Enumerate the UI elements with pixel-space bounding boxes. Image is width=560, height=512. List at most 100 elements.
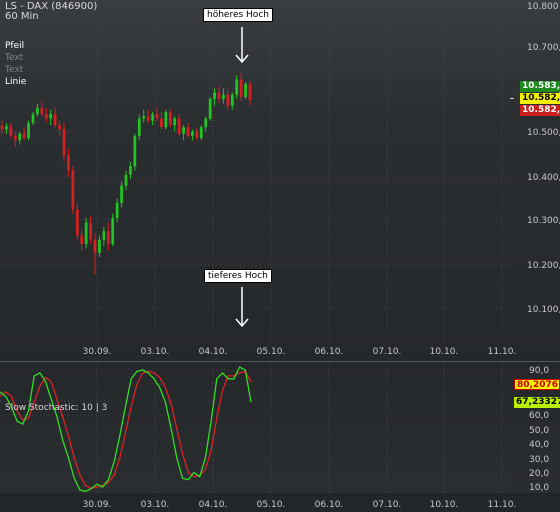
osc-y-tick-label-3: 60,0 (529, 411, 549, 421)
osc-y-tick-label-7: 20,0 (529, 469, 549, 479)
candle-body-17 (75, 209, 79, 236)
candle-body-56 (248, 83, 252, 100)
x-tick-label-3: 05.10. (257, 347, 286, 357)
stoch-d-badge: 67,23327 (514, 397, 560, 408)
stoch-k-badge: 80,20761 (514, 379, 560, 390)
candle-body-21 (93, 239, 97, 253)
candle-body-13 (58, 125, 61, 130)
candle-body-23 (102, 231, 106, 240)
candle-body-36 (160, 118, 163, 128)
candle-body-33 (146, 116, 150, 121)
candle-body-44 (195, 131, 199, 139)
candle-body-41 (182, 127, 185, 134)
candle-body-47 (208, 99, 212, 119)
osc-y-tick-label-0: 90,0 (529, 366, 549, 376)
candle-body-22 (98, 239, 101, 253)
candle-body-43 (191, 131, 194, 136)
x-tick-label-0: 30.09. (83, 347, 112, 357)
candle-body-52 (230, 94, 234, 106)
x-tick-label-4: 06.10. (315, 347, 344, 357)
candle-body-48 (213, 92, 216, 100)
candle-body-9 (40, 107, 44, 115)
candle-body-0 (0, 125, 4, 130)
osc-y-tick-label-6: 30,0 (529, 455, 549, 465)
last-price-marker (510, 98, 514, 99)
candle-body-2 (9, 126, 13, 136)
candle-body-51 (226, 94, 230, 106)
candle-body-15 (67, 155, 70, 171)
price-badge-yellow: 10.582,5 (520, 93, 560, 104)
tool-linie[interactable]: Linie (5, 77, 26, 87)
x-tick-label-6: 10.10. (430, 347, 459, 357)
osc-x-tick-label-1: 03.10. (141, 500, 170, 510)
candle-body-39 (173, 118, 177, 126)
candle-body-18 (80, 235, 84, 245)
candle-body-30 (133, 135, 137, 167)
candle-body-8 (36, 107, 39, 115)
oscillator-label: Slow Stochastic: 10 | 3 (5, 403, 108, 413)
candle-body-40 (177, 118, 181, 134)
osc-y-tick-label-5: 40,0 (529, 440, 549, 450)
y-tick-label-4: 10.400, (527, 173, 560, 183)
y-tick-label-6: 10.200, (527, 261, 560, 271)
x-tick-label-5: 07.10. (373, 347, 402, 357)
candle-body-3 (13, 135, 17, 141)
osc-y-tick-label-8: 10,0 (529, 483, 549, 493)
candle-body-12 (53, 114, 57, 126)
price-badge-green: 10.583,0 (520, 81, 560, 92)
osc-x-tick-label-3: 05.10. (257, 500, 286, 510)
candle-body-1 (5, 126, 8, 130)
candle-body-54 (239, 79, 243, 97)
candle-body-31 (137, 118, 141, 136)
candle-body-4 (18, 133, 22, 141)
osc-x-tick-label-7: 11.10. (488, 500, 517, 510)
candle-body-19 (84, 222, 88, 245)
candle-body-6 (27, 122, 30, 139)
tool-text-2[interactable]: Text (5, 65, 23, 75)
osc-y-tick-label-4: 50,0 (529, 426, 549, 436)
osc-x-tick-label-5: 07.10. (373, 500, 402, 510)
candle-body-53 (235, 79, 239, 95)
osc-x-tick-label-0: 30.09. (83, 500, 112, 510)
candle-body-14 (62, 129, 66, 156)
x-tick-label-1: 03.10. (141, 347, 170, 357)
candle-body-32 (142, 116, 146, 119)
interval-label: 60 Min (5, 11, 39, 22)
annotation-higher-high[interactable]: höheres Hoch (203, 8, 273, 22)
x-tick-label-7: 11.10. (488, 347, 517, 357)
osc-x-tick-label-2: 04.10. (199, 500, 228, 510)
osc-x-tick-label-6: 10.10. (430, 500, 459, 510)
y-tick-label-1: 10.700, (527, 43, 560, 53)
y-tick-label-5: 10.300, (527, 216, 560, 226)
candle-body-28 (124, 174, 128, 186)
y-tick-label-7: 10.100, (527, 305, 560, 315)
candle-body-38 (168, 112, 172, 126)
candle-body-45 (199, 127, 203, 139)
candle-body-42 (186, 127, 190, 136)
candle-body-50 (222, 94, 225, 100)
candle-body-11 (49, 114, 53, 119)
candle-body-55 (244, 83, 247, 97)
y-tick-label-3: 10.500, (527, 128, 560, 138)
tool-pfeil[interactable]: Pfeil (5, 41, 24, 51)
osc-x-tick-label-4: 06.10. (315, 500, 344, 510)
candle-body-46 (204, 118, 208, 128)
candle-body-27 (120, 185, 123, 203)
price-badge-red: 10.582,0 (520, 105, 560, 116)
candle-body-37 (164, 112, 168, 128)
x-tick-label-2: 04.10. (199, 347, 228, 357)
panel-separator (0, 361, 560, 362)
candle-body-25 (111, 218, 115, 245)
candle-body-10 (44, 114, 48, 119)
candle-body-49 (217, 92, 221, 100)
candle-body-5 (22, 133, 26, 139)
tool-text-1[interactable]: Text (5, 53, 23, 63)
chart-root: 10.80010.700,10.600,10.500,10.400,10.300… (0, 0, 560, 512)
candle-body-16 (71, 170, 75, 210)
candle-body-20 (89, 222, 92, 240)
candle-body-7 (31, 114, 35, 123)
candle-body-35 (155, 114, 159, 119)
candle-body-29 (129, 166, 132, 175)
annotation-lower-high[interactable]: tieferes Hoch (204, 269, 272, 283)
chart-canvas[interactable]: 10.80010.700,10.600,10.500,10.400,10.300… (0, 0, 560, 512)
